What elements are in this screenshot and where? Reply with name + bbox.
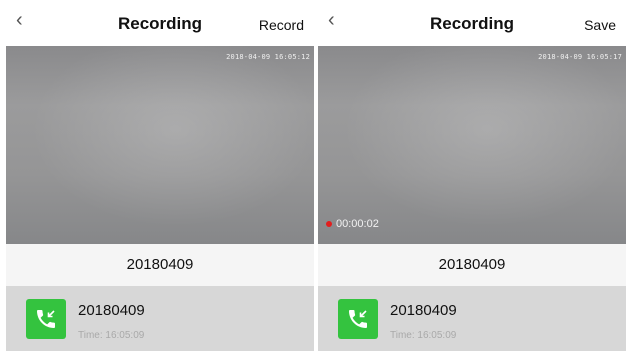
recording-timer: 00:00:02 (336, 218, 379, 230)
top-bar: ‹ Recording Record (6, 0, 314, 46)
video-timestamp: 2018-04-09 16:05:12 (226, 53, 310, 61)
top-bar: ‹ Recording Save (318, 0, 626, 46)
phone-call-icon (338, 299, 378, 339)
record-dot-icon (326, 221, 332, 227)
page-title: Recording (429, 14, 515, 33)
call-entry[interactable]: 20180409 Time: 16:05:09 (6, 286, 314, 351)
phone-call-icon (26, 299, 66, 339)
recording-name: 20180409 (318, 244, 626, 286)
call-entry[interactable]: 20180409 Time: 16:05:09 (318, 286, 626, 351)
call-entry-name: 20180409 (390, 302, 457, 319)
recording-panel-active: ‹ Recording Save 2018-04-09 16:05:17 00:… (318, 0, 626, 351)
record-button[interactable]: Record (259, 17, 304, 33)
video-preview[interactable]: 2018-04-09 16:05:17 00:00:02 (318, 46, 626, 244)
call-entry-time: Time: 16:05:09 (390, 330, 457, 341)
call-entry-name: 20180409 (78, 302, 145, 319)
recording-name: 20180409 (6, 244, 314, 286)
call-entry-time: Time: 16:05:09 (78, 330, 145, 341)
video-preview[interactable]: 2018-04-09 16:05:12 (6, 46, 314, 244)
video-timestamp: 2018-04-09 16:05:17 (538, 53, 622, 61)
recording-panel-idle: ‹ Recording Record 2018-04-09 16:05:12 2… (6, 0, 314, 351)
save-button[interactable]: Save (584, 17, 616, 33)
recording-indicator: 00:00:02 (326, 218, 379, 230)
